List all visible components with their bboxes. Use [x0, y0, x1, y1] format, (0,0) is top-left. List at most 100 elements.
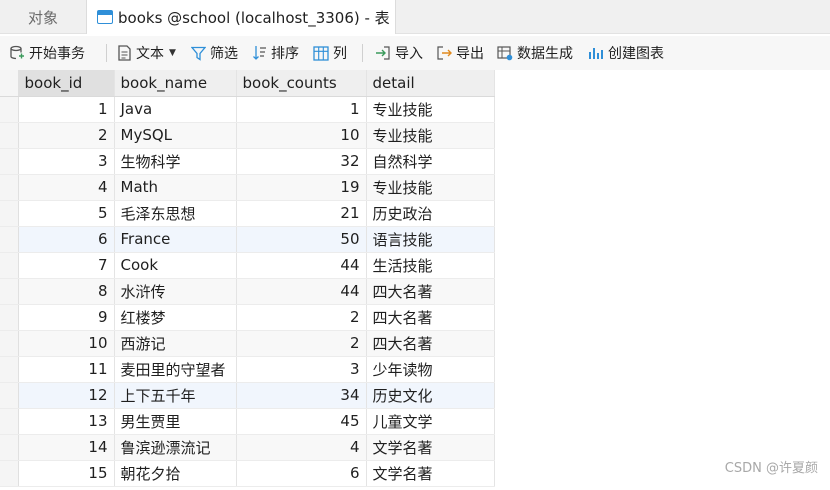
cell-detail[interactable]: 文学名著	[366, 434, 495, 461]
row-header[interactable]	[0, 226, 19, 253]
cell-book-counts[interactable]: 2	[236, 330, 367, 357]
row-header[interactable]	[0, 304, 19, 331]
row-header[interactable]	[0, 356, 19, 383]
row-header[interactable]	[0, 96, 19, 123]
create-chart-button[interactable]: 创建图表	[583, 40, 669, 66]
table-row[interactable]: 1 Java 1 专业技能	[0, 96, 495, 123]
cell-book-id[interactable]: 13	[18, 408, 115, 435]
cell-detail[interactable]: 少年读物	[366, 356, 495, 383]
cell-detail[interactable]: 历史文化	[366, 382, 495, 409]
table-row[interactable]: 11 麦田里的守望者 3 少年读物	[0, 356, 495, 383]
cell-book-name[interactable]: Java	[114, 96, 237, 123]
tab-objects[interactable]: 对象	[0, 0, 86, 34]
cell-book-counts[interactable]: 6	[236, 460, 367, 487]
filter-button[interactable]: 筛选	[186, 40, 243, 66]
cell-detail[interactable]: 儿童文学	[366, 408, 495, 435]
row-header[interactable]	[0, 122, 19, 149]
table-row[interactable]: 14 鲁滨逊漂流记 4 文学名著	[0, 434, 495, 461]
column-header[interactable]: detail	[366, 70, 495, 97]
row-header[interactable]	[0, 408, 19, 435]
cell-detail[interactable]: 语言技能	[366, 226, 495, 253]
cell-book-counts[interactable]: 10	[236, 122, 367, 149]
table-row[interactable]: 15 朝花夕拾 6 文学名著	[0, 460, 495, 487]
cell-book-id[interactable]: 10	[18, 330, 115, 357]
table-row[interactable]: 8 水浒传 44 四大名著	[0, 278, 495, 305]
cell-book-counts[interactable]: 32	[236, 148, 367, 175]
cell-book-counts[interactable]: 4	[236, 434, 367, 461]
column-header[interactable]: book_counts	[236, 70, 367, 97]
cell-book-counts[interactable]: 34	[236, 382, 367, 409]
cell-book-name[interactable]: 男生贾里	[114, 408, 237, 435]
row-header[interactable]	[0, 434, 19, 461]
export-button[interactable]: 导出	[431, 40, 489, 66]
table-row[interactable]: 9 红楼梦 2 四大名著	[0, 304, 495, 331]
cell-detail[interactable]: 四大名著	[366, 278, 495, 305]
tab-books-table[interactable]: books @school (localhost_3306) - 表	[86, 0, 396, 34]
cell-detail[interactable]: 专业技能	[366, 174, 495, 201]
cell-book-id[interactable]: 8	[18, 278, 115, 305]
cell-book-id[interactable]: 9	[18, 304, 115, 331]
row-header[interactable]	[0, 330, 19, 357]
table-row[interactable]: 5 毛泽东思想 21 历史政治	[0, 200, 495, 227]
cell-book-name[interactable]: 毛泽东思想	[114, 200, 237, 227]
table-row[interactable]: 3 生物科学 32 自然科学	[0, 148, 495, 175]
cell-book-counts[interactable]: 50	[236, 226, 367, 253]
row-header[interactable]	[0, 200, 19, 227]
cell-book-id[interactable]: 1	[18, 96, 115, 123]
chevron-down-icon[interactable]: ▼	[169, 48, 176, 58]
cell-book-id[interactable]: 15	[18, 460, 115, 487]
cell-detail[interactable]: 自然科学	[366, 148, 495, 175]
cell-book-name[interactable]: 上下五千年	[114, 382, 237, 409]
cell-detail[interactable]: 专业技能	[366, 96, 495, 123]
begin-transaction-button[interactable]: 开始事务	[4, 40, 90, 66]
table-row[interactable]: 6 France 50 语言技能	[0, 226, 495, 253]
cell-detail[interactable]: 文学名著	[366, 460, 495, 487]
cell-book-name[interactable]: France	[114, 226, 237, 253]
cell-book-name[interactable]: 西游记	[114, 330, 237, 357]
cell-book-id[interactable]: 4	[18, 174, 115, 201]
row-header-corner[interactable]	[0, 70, 19, 97]
row-header[interactable]	[0, 382, 19, 409]
cell-book-counts[interactable]: 2	[236, 304, 367, 331]
row-header[interactable]	[0, 148, 19, 175]
row-header[interactable]	[0, 174, 19, 201]
table-row[interactable]: 12 上下五千年 34 历史文化	[0, 382, 495, 409]
columns-button[interactable]: 列	[308, 40, 352, 66]
import-button[interactable]: 导入	[370, 40, 428, 66]
cell-book-id[interactable]: 14	[18, 434, 115, 461]
cell-book-id[interactable]: 6	[18, 226, 115, 253]
sort-button[interactable]: 排序	[247, 40, 304, 66]
cell-book-name[interactable]: MySQL	[114, 122, 237, 149]
table-row[interactable]: 7 Cook 44 生活技能	[0, 252, 495, 279]
cell-book-id[interactable]: 3	[18, 148, 115, 175]
cell-book-id[interactable]: 11	[18, 356, 115, 383]
cell-book-counts[interactable]: 45	[236, 408, 367, 435]
row-header[interactable]	[0, 278, 19, 305]
table-row[interactable]: 10 西游记 2 四大名著	[0, 330, 495, 357]
cell-book-name[interactable]: 鲁滨逊漂流记	[114, 434, 237, 461]
row-header[interactable]	[0, 460, 19, 487]
cell-book-name[interactable]: 水浒传	[114, 278, 237, 305]
text-view-button[interactable]: 文本 ▼	[112, 40, 181, 66]
cell-detail[interactable]: 四大名著	[366, 304, 495, 331]
row-header[interactable]	[0, 252, 19, 279]
cell-book-id[interactable]: 2	[18, 122, 115, 149]
cell-detail[interactable]: 生活技能	[366, 252, 495, 279]
cell-book-counts[interactable]: 3	[236, 356, 367, 383]
table-row[interactable]: 2 MySQL 10 专业技能	[0, 122, 495, 149]
cell-book-counts[interactable]: 44	[236, 278, 367, 305]
cell-book-counts[interactable]: 19	[236, 174, 367, 201]
cell-detail[interactable]: 四大名著	[366, 330, 495, 357]
cell-book-id[interactable]: 12	[18, 382, 115, 409]
cell-book-name[interactable]: Cook	[114, 252, 237, 279]
table-row[interactable]: 4 Math 19 专业技能	[0, 174, 495, 201]
column-header[interactable]: book_id	[18, 70, 115, 97]
data-generation-button[interactable]: 数据生成	[492, 40, 578, 66]
cell-book-name[interactable]: 生物科学	[114, 148, 237, 175]
cell-book-name[interactable]: 麦田里的守望者	[114, 356, 237, 383]
cell-book-name[interactable]: Math	[114, 174, 237, 201]
cell-book-name[interactable]: 红楼梦	[114, 304, 237, 331]
cell-book-name[interactable]: 朝花夕拾	[114, 460, 237, 487]
cell-book-counts[interactable]: 1	[236, 96, 367, 123]
cell-book-counts[interactable]: 44	[236, 252, 367, 279]
